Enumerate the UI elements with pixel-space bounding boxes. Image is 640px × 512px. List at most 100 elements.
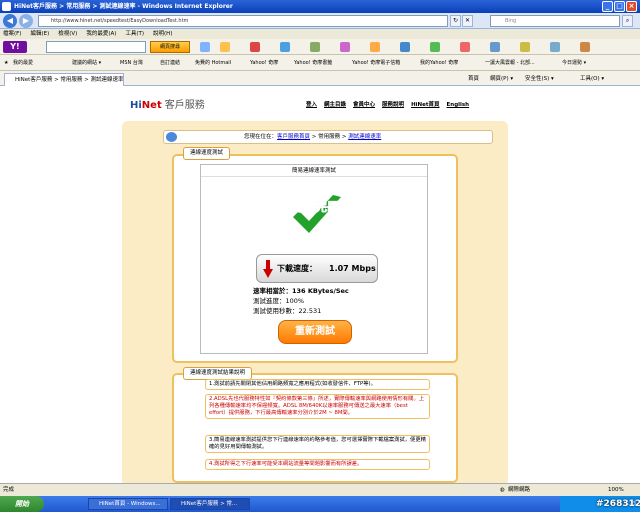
- hinet-logo[interactable]: HiNet 客戶服務: [130, 96, 205, 111]
- breadcrumb: 您現在位在：客戶服務首頁 > 常用服務 > 測試連線速率: [163, 130, 493, 144]
- stats: 速率相當於：136 KBytes/Sec 測試進度：100% 測試使用秒數：22…: [253, 286, 349, 316]
- fav-item[interactable]: 建議的網站 ▾: [72, 55, 101, 71]
- yahoo-search-input[interactable]: [46, 41, 146, 53]
- service-link[interactable]: 服務說明: [382, 102, 404, 108]
- breadcrumb-prefix: 您現在位在：: [244, 134, 278, 140]
- menu-file[interactable]: 檔案(F): [3, 31, 21, 37]
- breadcrumb-current-link[interactable]: 測試連線速率: [348, 134, 381, 140]
- toolbar-icon[interactable]: [370, 42, 380, 52]
- brand-b: Net: [141, 100, 162, 111]
- toolbar-icon[interactable]: [280, 42, 290, 52]
- tab-bar: HiNet客戶服務 > 常用服務 > 測試連線速率 首頁 網頁(P) ▾ 安全性…: [0, 71, 640, 86]
- brand-a: Hi: [130, 100, 142, 111]
- note-item: 2.ADSL先也代服務特性如『契約條款第三條』所述，實際傳輸速率與網路使用情形有…: [205, 394, 430, 419]
- breadcrumb-home-link[interactable]: 客戶服務首頁: [277, 134, 310, 140]
- refresh-button[interactable]: ↻: [450, 15, 461, 27]
- fav-item[interactable]: 我的Yahoo! 奇摩: [420, 55, 458, 71]
- url-input[interactable]: http://www.hinet.net/speedtest/EasyDownl…: [38, 15, 448, 27]
- zoom-level[interactable]: 100%: [608, 484, 624, 496]
- minimize-button[interactable]: _: [602, 1, 613, 12]
- time-line: 測試使用秒數：22.531: [253, 307, 322, 315]
- fav-item[interactable]: 今日運勢 ▾: [562, 55, 586, 71]
- window-title: HiNet客戶服務 > 常用服務 > 測試連線速率 - Windows Inte…: [14, 3, 233, 10]
- toolbar-icon[interactable]: [340, 42, 350, 52]
- ie-icon: [2, 2, 11, 11]
- menu-favorites[interactable]: 我的最愛(A): [86, 31, 116, 37]
- fav-item[interactable]: 自訂連結: [160, 55, 180, 71]
- yahoo-toolbar: Y! 網頁搜尋: [0, 39, 640, 55]
- start-button[interactable]: 開始: [0, 496, 44, 512]
- fav-item[interactable]: 一讓大風雲報 - 北部...: [485, 55, 535, 71]
- speedtest-box: 簡易連線速率測試 測試完畢 下載速度： 1.07 Mbps 速率相當於：136 …: [200, 164, 428, 354]
- yahoo-logo[interactable]: Y!: [3, 41, 27, 53]
- fav-item[interactable]: 免費的 Hotmail: [195, 55, 231, 71]
- toolbar-icon[interactable]: [580, 42, 590, 52]
- note-item: 1.測試前請先關閉其他佔用網路頻寬之應用程式(如收發信件、FTP等)。: [205, 379, 430, 390]
- mail-icon[interactable]: [250, 42, 260, 52]
- panel-title: 簡易連線速率測試: [201, 165, 427, 177]
- done-text: 測試完畢: [291, 199, 339, 214]
- fav-item[interactable]: Yahoo! 奇摩書籤: [294, 55, 332, 71]
- search-icon[interactable]: ⌕: [622, 15, 633, 27]
- watermark: #268312: [596, 499, 640, 509]
- toolbar-icon[interactable]: [490, 42, 500, 52]
- progress-line: 測試進度：100%: [253, 297, 305, 305]
- favorites-button[interactable]: 我的最愛: [13, 55, 33, 71]
- fav-item[interactable]: Yahoo! 奇摩: [250, 55, 278, 71]
- login-link[interactable]: 登入: [306, 102, 317, 108]
- section-label-test: 連線速度測試: [183, 147, 231, 160]
- tab-hinet[interactable]: HiNet客戶服務 > 常用服務 > 測試連線速率: [4, 73, 124, 86]
- home-button[interactable]: 首頁: [468, 74, 479, 82]
- speed-result: 下載速度： 1.07 Mbps: [256, 254, 378, 283]
- menu-bar: 檔案(F) 編輯(E) 檢視(V) 我的最愛(A) 工具(T) 說明(H): [0, 29, 640, 39]
- task-hinet-home[interactable]: HiNet首頁 - Windows...: [88, 498, 168, 510]
- english-link[interactable]: English: [447, 102, 470, 108]
- rate-line: 速率相當於：136 KBytes/Sec: [253, 287, 349, 295]
- address-bar: ◀ ▶ http://www.hinet.net/speedtest/EasyD…: [0, 13, 640, 29]
- note-item: 3.簡易連線速率測試提供您下行連線速率的約略參考值，您可選擇實際下載檔案測試，便…: [205, 435, 430, 453]
- toolbar-icon[interactable]: [200, 42, 210, 52]
- star-icon[interactable]: ★: [4, 55, 8, 71]
- back-button[interactable]: ◀: [3, 14, 17, 28]
- menu-tools[interactable]: 工具(T): [125, 31, 144, 37]
- taskbar: 開始 HiNet首頁 - Windows... HiNet客戶服務 > 常...…: [0, 496, 640, 512]
- yahoo-search-button[interactable]: 網頁搜尋: [150, 41, 190, 53]
- speed-value: 1.07 Mbps: [329, 264, 376, 273]
- close-button[interactable]: ×: [626, 1, 637, 12]
- window-title-bar: HiNet客戶服務 > 常用服務 > 測試連線速率 - Windows Inte…: [0, 0, 640, 13]
- hinet-home-link[interactable]: HiNet首頁: [411, 102, 439, 108]
- retest-button[interactable]: 重新測試: [278, 320, 352, 344]
- fav-item[interactable]: Yahoo! 奇摩電子信箱: [352, 55, 400, 71]
- down-arrow-icon: [263, 260, 273, 278]
- check-icon: 測試完畢: [291, 195, 341, 233]
- user-icon: [166, 132, 177, 142]
- menu-view[interactable]: 檢視(V): [58, 31, 77, 37]
- zone-text: 網際網路: [508, 487, 531, 493]
- fav-item[interactable]: MSN 台灣: [120, 55, 143, 71]
- menu-help[interactable]: 說明(H): [153, 31, 172, 37]
- toolbar-icon[interactable]: [400, 42, 410, 52]
- member-link[interactable]: 會員中心: [353, 102, 375, 108]
- maximize-button[interactable]: □: [614, 1, 625, 12]
- status-text: 完成: [3, 487, 15, 493]
- toolbar-icon[interactable]: [550, 42, 560, 52]
- search-input[interactable]: Bing: [490, 15, 620, 27]
- globe-icon: ◍: [500, 487, 505, 493]
- brand-c: 客戶服務: [164, 100, 205, 111]
- toolbar-icon[interactable]: [430, 42, 440, 52]
- page-content: HiNet 客戶服務 登入 網主目錄 會員中心 服務說明 HiNet首頁 English 您…: [0, 86, 640, 483]
- safety-menu[interactable]: 安全性(S) ▾: [525, 74, 554, 82]
- menu-edit[interactable]: 編輯(E): [30, 31, 49, 37]
- toolbar-icon[interactable]: [460, 42, 470, 52]
- toolbar-icon[interactable]: [310, 42, 320, 52]
- task-hinet-service[interactable]: HiNet客戶服務 > 常...: [170, 498, 250, 510]
- stop-button[interactable]: ✕: [462, 15, 473, 27]
- status-bar: 完成 ◍ 網際網路 100%: [0, 483, 640, 496]
- toolbar-icon[interactable]: [520, 42, 530, 52]
- toolbar-icon[interactable]: [220, 42, 230, 52]
- top-links: 登入 網主目錄 會員中心 服務說明 HiNet首頁 English: [306, 100, 476, 108]
- forward-button[interactable]: ▶: [19, 14, 33, 28]
- page-menu[interactable]: 網頁(P) ▾: [490, 74, 513, 82]
- sitemap-link[interactable]: 網主目錄: [324, 102, 346, 108]
- tools-menu[interactable]: 工具(O) ▾: [580, 74, 604, 82]
